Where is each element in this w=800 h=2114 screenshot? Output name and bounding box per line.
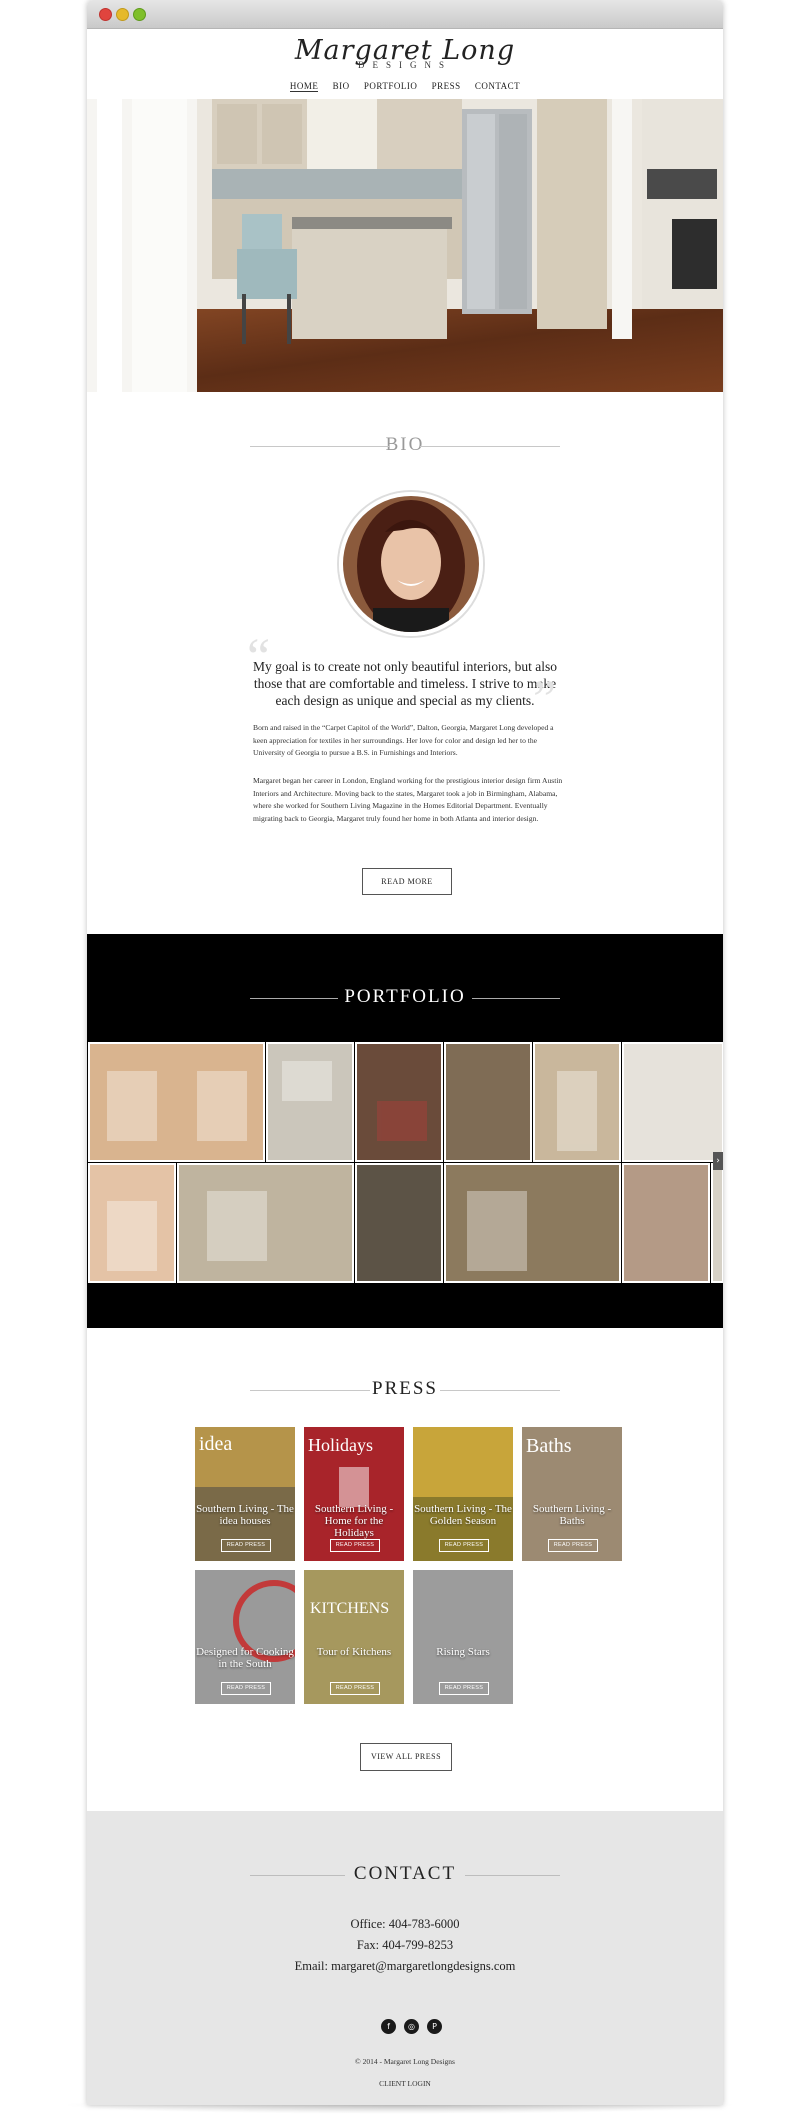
email-address[interactable]: Email: margaret@margaretlongdesigns.com xyxy=(87,1959,723,1974)
site-logo[interactable]: Margaret Long DESIGNS xyxy=(87,35,723,70)
instagram-icon[interactable]: ◎ xyxy=(404,2019,419,2034)
portfolio-heading: PORTFOLIO xyxy=(87,986,723,1010)
portfolio-thumb[interactable] xyxy=(355,1163,443,1283)
margaret-portrait xyxy=(339,492,483,636)
nav-home[interactable]: HOME xyxy=(289,81,319,92)
window-titlebar xyxy=(87,0,723,29)
press-item[interactable]: Baths Southern Living - Baths READ PRESS xyxy=(522,1427,622,1561)
heading-rule-left xyxy=(250,1390,370,1391)
read-press-button[interactable]: READ PRESS xyxy=(548,1539,598,1552)
read-press-button[interactable]: READ PRESS xyxy=(439,1539,489,1552)
press-section: PRESS idea Southern Living - The idea ho… xyxy=(87,1328,723,1811)
press-item-title: Southern Living - The Golden Season xyxy=(414,1503,512,1527)
contact-title: CONTACT xyxy=(353,1863,457,1884)
press-item-title: Rising Stars xyxy=(436,1646,490,1658)
heading-rule-left xyxy=(250,1875,345,1876)
client-login-link[interactable]: CLIENT LOGIN xyxy=(87,2079,723,2088)
read-press-button[interactable]: READ PRESS xyxy=(330,1682,380,1695)
contact-section: CONTACT Office: 404-783-6000 Fax: 404-79… xyxy=(87,1811,723,2105)
copyright: © 2014 - Margaret Long Designs xyxy=(355,2057,455,2066)
read-more-button[interactable]: READ MORE xyxy=(362,868,452,895)
portfolio-thumb[interactable] xyxy=(711,1163,723,1283)
portfolio-title: PORTFOLIO xyxy=(344,986,466,1007)
portfolio-next-arrow[interactable]: › xyxy=(713,1152,723,1170)
main-nav: HOME BIO PORTFOLIO PRESS CONTACT xyxy=(87,81,723,92)
logo-designs: DESIGNS xyxy=(357,60,452,70)
press-item[interactable]: Holidays Southern Living - Home for the … xyxy=(304,1427,404,1561)
press-item-title: Tour of Kitchens xyxy=(316,1646,392,1658)
site-header: Margaret Long DESIGNS HOME BIO PORTFOLIO… xyxy=(87,29,723,99)
press-title: PRESS xyxy=(372,1378,438,1399)
press-item[interactable]: KITCHENS Tour of Kitchens READ PRESS xyxy=(304,1570,404,1704)
press-item[interactable]: Rising Stars READ PRESS xyxy=(413,1570,513,1704)
facebook-icon[interactable]: f xyxy=(381,2019,396,2034)
nav-portfolio[interactable]: PORTFOLIO xyxy=(364,81,417,91)
heading-rule-left xyxy=(250,446,390,447)
heading-rule-right xyxy=(440,1390,560,1391)
read-press-button[interactable]: READ PRESS xyxy=(330,1539,380,1552)
press-heading: PRESS xyxy=(87,1378,723,1402)
nav-bio[interactable]: BIO xyxy=(333,81,350,91)
heading-rule-right xyxy=(472,998,560,999)
press-item-title: Southern Living - The idea houses xyxy=(196,1503,294,1527)
bio-paragraph-1: Born and raised in the “Carpet Capitol o… xyxy=(253,723,554,758)
contact-heading: CONTACT xyxy=(87,1863,723,1887)
portfolio-thumb[interactable] xyxy=(444,1042,532,1162)
bio-paragraph-2: Margaret began her career in London, Eng… xyxy=(253,776,563,823)
portfolio-thumb[interactable] xyxy=(622,1163,710,1283)
press-item-title: Southern Living - Home for the Holidays xyxy=(314,1503,394,1539)
read-press-button[interactable]: READ PRESS xyxy=(221,1539,271,1552)
portfolio-grid xyxy=(88,1042,723,1283)
heading-rule-right xyxy=(420,446,560,447)
portfolio-section: PORTFOLIO › xyxy=(87,934,723,1328)
kitchen-illustration xyxy=(87,99,723,392)
bio-quote: My goal is to create not only beautiful … xyxy=(252,659,558,708)
pinterest-icon[interactable]: P xyxy=(427,2019,442,2034)
heading-rule-right xyxy=(465,1875,560,1876)
portfolio-thumb[interactable] xyxy=(266,1042,354,1162)
heading-rule-left xyxy=(250,998,338,999)
press-item-title: Southern Living - Baths xyxy=(532,1503,612,1527)
hero-kitchen-image xyxy=(87,99,723,392)
nav-contact[interactable]: CONTACT xyxy=(475,81,520,91)
browser-window: Margaret Long DESIGNS HOME BIO PORTFOLIO… xyxy=(87,0,723,2105)
read-press-button[interactable]: READ PRESS xyxy=(439,1682,489,1695)
office-phone[interactable]: Office: 404-783-6000 xyxy=(87,1917,723,1932)
maximize-window-button[interactable] xyxy=(133,8,146,21)
press-item[interactable]: Designed for Cooking in the South READ P… xyxy=(195,1570,295,1704)
nav-press[interactable]: PRESS xyxy=(432,81,461,91)
bio-section: BIO “ My goal is to create not only beau… xyxy=(87,392,723,934)
bio-title: BIO xyxy=(385,434,425,455)
fax-number: Fax: 404-799-8253 xyxy=(356,1938,454,1952)
press-item[interactable]: Southern Living - The Golden Season READ… xyxy=(413,1427,513,1561)
close-quote-mark: ” xyxy=(533,671,557,728)
close-window-button[interactable] xyxy=(99,8,112,21)
press-item-title: Designed for Cooking in the South xyxy=(196,1646,294,1670)
minimize-window-button[interactable] xyxy=(116,8,129,21)
portfolio-thumb[interactable] xyxy=(622,1042,723,1162)
read-press-button[interactable]: READ PRESS xyxy=(221,1682,271,1695)
press-item[interactable]: idea Southern Living - The idea houses R… xyxy=(195,1427,295,1561)
view-all-press-button[interactable]: VIEW ALL PRESS xyxy=(360,1743,452,1771)
bio-heading: BIO xyxy=(87,434,723,458)
